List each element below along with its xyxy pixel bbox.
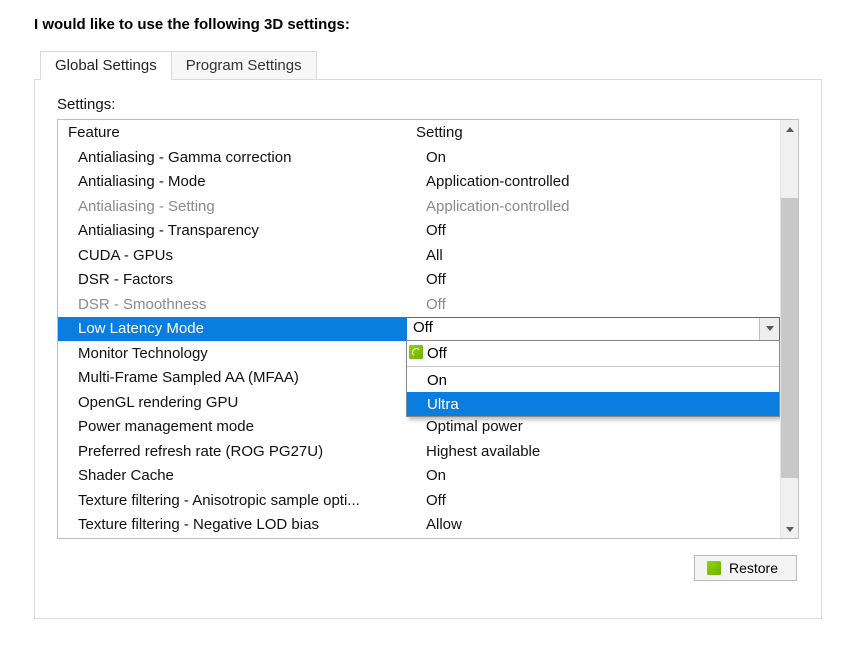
settings-row[interactable]: Shader CacheOn: [58, 464, 780, 489]
settings-row[interactable]: Power management modeOptimal power: [58, 415, 780, 440]
feature-cell: Monitor Technology: [58, 341, 406, 366]
chevron-down-icon[interactable]: [759, 318, 779, 341]
setting-cell[interactable]: Optimal power: [406, 415, 780, 440]
restore-button[interactable]: Restore: [694, 555, 797, 581]
low-latency-dropdown-list: Off On Ultra: [406, 340, 780, 417]
column-header-feature[interactable]: Feature: [58, 120, 406, 145]
dropdown-option-label: On: [427, 372, 447, 389]
settings-row[interactable]: Texture filtering - Negative LOD biasAll…: [58, 513, 780, 538]
feature-cell: Antialiasing - Mode: [58, 170, 406, 195]
scroll-down-icon[interactable]: [781, 520, 798, 538]
feature-cell: DSR - Factors: [58, 268, 406, 293]
feature-cell: Antialiasing - Setting: [58, 194, 406, 219]
feature-cell: DSR - Smoothness: [58, 292, 406, 317]
nvidia-icon: [707, 561, 721, 575]
setting-cell[interactable]: On: [406, 464, 780, 489]
column-header-setting[interactable]: Setting: [406, 120, 780, 145]
feature-cell: Preferred refresh rate (ROG PG27U): [58, 439, 406, 464]
setting-cell[interactable]: On: [406, 145, 780, 170]
setting-cell[interactable]: Off: [406, 292, 780, 317]
feature-cell: Antialiasing - Transparency: [58, 219, 406, 244]
settings-list: Feature Setting Antialiasing - Gamma cor…: [57, 119, 799, 539]
dropdown-option-ultra[interactable]: Ultra: [407, 392, 779, 416]
settings-label: Settings:: [57, 96, 799, 113]
scroll-up-icon[interactable]: [781, 120, 798, 138]
settings-row[interactable]: Preferred refresh rate (ROG PG27U)Highes…: [58, 439, 780, 464]
settings-row[interactable]: Texture filtering - Anisotropic sample o…: [58, 488, 780, 513]
settings-row[interactable]: Antialiasing - TransparencyOff: [58, 219, 780, 244]
page-heading: I would like to use the following 3D set…: [34, 16, 822, 33]
setting-cell[interactable]: Allow: [406, 513, 780, 538]
tabs: Global Settings Program Settings: [40, 51, 822, 79]
feature-cell: Power management mode: [58, 415, 406, 440]
settings-row[interactable]: DSR - FactorsOff: [58, 268, 780, 293]
scrollbar-thumb[interactable]: [781, 198, 798, 478]
settings-row[interactable]: Antialiasing - Gamma correctionOn: [58, 145, 780, 170]
feature-cell: Antialiasing - Gamma correction: [58, 145, 406, 170]
dropdown-option-label: Off: [427, 345, 447, 362]
settings-row[interactable]: Antialiasing - SettingApplication-contro…: [58, 194, 780, 219]
dropdown-option-off[interactable]: Off: [407, 341, 779, 365]
feature-cell: Multi-Frame Sampled AA (MFAA): [58, 366, 406, 391]
feature-cell: Texture filtering - Negative LOD bias: [58, 513, 406, 538]
dropdown-current-value: Off: [407, 318, 759, 341]
nvidia-icon: [409, 345, 423, 359]
tab-program-settings[interactable]: Program Settings: [172, 51, 317, 79]
tab-global-settings[interactable]: Global Settings: [40, 51, 172, 80]
setting-cell[interactable]: Highest available: [406, 439, 780, 464]
feature-cell: Low Latency Mode: [58, 317, 406, 342]
settings-row[interactable]: CUDA - GPUsAll: [58, 243, 780, 268]
dropdown-option-label: Ultra: [427, 396, 459, 413]
feature-cell: Shader Cache: [58, 464, 406, 489]
setting-dropdown[interactable]: Off: [406, 317, 780, 342]
settings-panel: Settings: Feature Setting Antialiasing -…: [34, 79, 822, 619]
setting-cell[interactable]: All: [406, 243, 780, 268]
restore-button-label: Restore: [729, 560, 778, 576]
setting-cell[interactable]: Off: [406, 317, 780, 342]
scrollbar-track[interactable]: [781, 138, 798, 520]
scrollbar[interactable]: [780, 120, 798, 538]
setting-cell[interactable]: Off: [406, 268, 780, 293]
dropdown-divider: [407, 366, 779, 367]
settings-row[interactable]: DSR - SmoothnessOff: [58, 292, 780, 317]
feature-cell: CUDA - GPUs: [58, 243, 406, 268]
setting-cell[interactable]: Application-controlled: [406, 194, 780, 219]
settings-row[interactable]: Antialiasing - ModeApplication-controlle…: [58, 170, 780, 195]
setting-cell[interactable]: Application-controlled: [406, 170, 780, 195]
feature-cell: Texture filtering - Anisotropic sample o…: [58, 488, 406, 513]
setting-cell[interactable]: Off: [406, 488, 780, 513]
settings-row[interactable]: Low Latency ModeOff: [58, 317, 780, 342]
dropdown-option-on[interactable]: On: [407, 368, 779, 392]
setting-cell[interactable]: Off: [406, 219, 780, 244]
feature-cell: OpenGL rendering GPU: [58, 390, 406, 415]
